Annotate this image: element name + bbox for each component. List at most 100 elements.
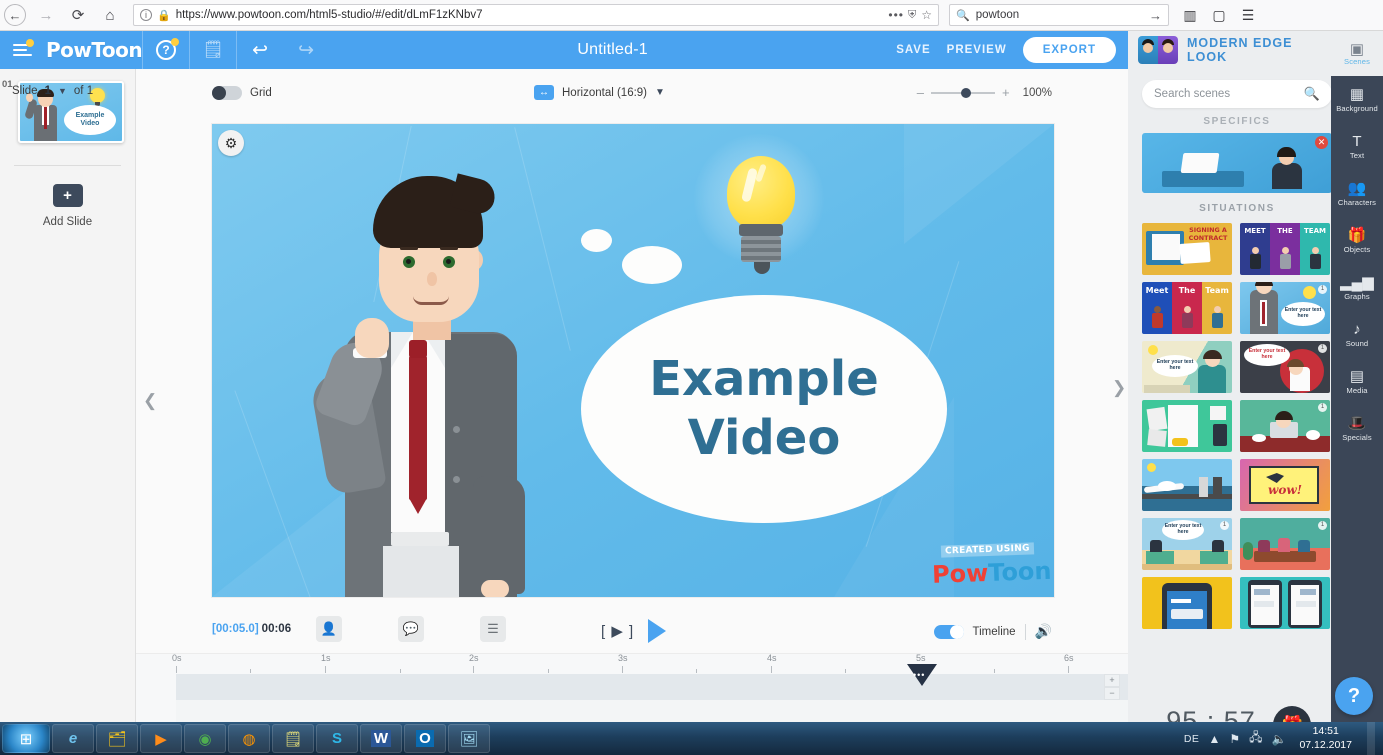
ellipsis-icon[interactable]: ••• [888, 8, 908, 22]
sidebar-item-text[interactable]: T Text [1331, 123, 1383, 170]
taskbar-clock[interactable]: 14:51 07.12.2017 [1295, 725, 1352, 751]
scene-card[interactable]: Enter your text here 1 [1240, 282, 1330, 334]
forward-arrow-icon[interactable]: → [31, 2, 61, 28]
browser-search-bar[interactable]: 🔍 powtoon → [949, 4, 1169, 26]
shield-icon[interactable]: ⛨ [908, 9, 916, 22]
back-arrow-icon[interactable]: ← [4, 4, 26, 26]
timeline-toggle[interactable] [933, 624, 964, 639]
chevron-down-icon[interactable]: ▼ [58, 86, 67, 96]
save-button[interactable]: SAVE [896, 44, 930, 56]
sidebar-item-background[interactable]: ▦ Background [1331, 76, 1383, 123]
zoom-control[interactable]: – + 100% [917, 85, 1052, 100]
slide-number-value[interactable]: 1 [45, 85, 51, 97]
sidebar-item-objects[interactable]: 🎁 Objects [1331, 217, 1383, 264]
scene-card[interactable]: wow! [1240, 459, 1330, 511]
close-icon[interactable]: ✕ [1315, 136, 1328, 149]
zoom-slider[interactable] [930, 87, 995, 98]
sidebar-item-scenes[interactable]: ▣ Scenes [1331, 31, 1383, 76]
timeline-ruler[interactable]: 0s 1s 2s 3s 4s 5s 6s [172, 653, 1076, 674]
arrow-right-icon[interactable]: → [1149, 8, 1162, 23]
scene-card[interactable]: 1 [1240, 518, 1330, 570]
aspect-ratio-selector[interactable]: ↔ Horizontal (16:9) ▼ [534, 85, 665, 100]
chevron-left-icon[interactable]: ❮ [143, 391, 157, 411]
chevron-down-icon[interactable]: ▼ [655, 87, 665, 98]
zoom-out-button[interactable]: – [917, 85, 924, 100]
library-icon[interactable]: ▥ [1177, 3, 1203, 27]
taskbar-sticky-notes[interactable]: 🗒 [272, 724, 314, 753]
slide-list-item[interactable]: 01 Example Video [0, 69, 135, 143]
zoom-slider-handle[interactable] [960, 87, 971, 98]
specifics-scene-card[interactable]: ✕ [1142, 133, 1332, 193]
help-button[interactable]: ? [143, 31, 189, 69]
show-hidden-icons-icon[interactable]: ▲ [1208, 732, 1220, 746]
scene-card[interactable] [1240, 577, 1330, 629]
taskbar-firefox[interactable]: ◍ [228, 724, 270, 753]
sidebar-icon[interactable]: ▢ [1206, 3, 1232, 27]
scene-card[interactable] [1142, 577, 1232, 629]
preview-button[interactable]: PREVIEW [947, 44, 1007, 56]
timeline-track[interactable] [176, 674, 1206, 700]
network-icon[interactable]: 🖧 [1249, 728, 1262, 749]
address-bar[interactable]: i 🔒 https://www.powtoon.com/html5-studio… [133, 4, 939, 26]
home-icon[interactable]: ⌂ [95, 2, 125, 28]
taskbar-word[interactable]: W [360, 724, 402, 753]
taskbar-media-player[interactable]: ▶ [140, 724, 182, 753]
character-layer-icon[interactable]: 👤 [316, 616, 342, 642]
sidebar-item-media[interactable]: ▤ Media [1331, 358, 1383, 405]
notes-button[interactable]: 🗒 [190, 31, 236, 69]
text-layer-icon[interactable]: ☰ [480, 616, 506, 642]
scene-card[interactable]: Enter your text here [1142, 341, 1232, 393]
star-icon[interactable]: ☆ [921, 8, 932, 22]
magnifier-icon[interactable]: 🔍 [1304, 86, 1320, 102]
taskbar-chrome[interactable]: ◉ [184, 724, 226, 753]
help-fab-button[interactable]: ? [1335, 677, 1373, 715]
redo-button[interactable]: ↪ [283, 31, 329, 69]
taskbar-photo-viewer[interactable]: 🖼 [448, 724, 490, 753]
action-center-flag-icon[interactable]: ⚑ [1229, 732, 1240, 746]
grid-toggle[interactable] [212, 86, 242, 100]
scene-card[interactable] [1142, 459, 1232, 511]
speech-bubble-layer-icon[interactable]: 💬 [398, 616, 424, 642]
project-title[interactable]: Untitled-1 [329, 41, 896, 59]
grid-toggle-group[interactable]: Grid [212, 86, 272, 100]
powtoon-logo[interactable]: PowToon [46, 38, 143, 62]
add-slide-button[interactable]: + [52, 184, 83, 207]
start-button[interactable]: ⊞ [2, 724, 50, 753]
sidebar-item-graphs[interactable]: ▂▄▆ Graphs [1331, 264, 1383, 311]
taskbar-outlook[interactable]: O [404, 724, 446, 753]
scene-card[interactable]: SIGNING A CONTRACT [1142, 223, 1232, 275]
step-frame-button[interactable]: [ ▶ ] [601, 622, 634, 640]
scene-card[interactable] [1142, 400, 1232, 452]
timeline-track-row[interactable] [176, 700, 1206, 722]
app-menu-button[interactable] [0, 31, 44, 69]
speaker-icon[interactable]: 🔊 [1035, 623, 1052, 640]
slide-canvas[interactable]: ⚙ Example Video CREATED USING PowToon [212, 124, 1054, 597]
slide-selector[interactable]: Slide 1 ▼ of 1 [12, 85, 93, 97]
play-icon[interactable] [648, 619, 667, 643]
volume-icon[interactable]: 🔈 [1271, 732, 1286, 746]
scene-card[interactable]: Enter your text here 1 [1240, 341, 1330, 393]
canvas-text-object[interactable]: Example Video [581, 295, 947, 523]
scene-card[interactable]: 1 [1240, 400, 1330, 452]
hamburger-menu-icon[interactable]: ☰ [1235, 3, 1261, 27]
search-scenes-input[interactable]: Search scenes 🔍 [1142, 80, 1332, 108]
taskbar-skype[interactable]: S [316, 724, 358, 753]
taskbar-internet-explorer[interactable]: e [52, 724, 94, 753]
character-object[interactable] [257, 173, 577, 597]
show-desktop-button[interactable] [1367, 722, 1375, 755]
scene-card[interactable]: MEET THE TEAM [1240, 223, 1330, 275]
info-circle-icon[interactable]: i [140, 9, 152, 21]
zoom-in-button[interactable]: + [1002, 85, 1010, 100]
sidebar-item-sound[interactable]: ♪ Sound [1331, 311, 1383, 358]
undo-button[interactable]: ↩ [237, 31, 283, 69]
chevron-right-icon[interactable]: ❯ [1112, 378, 1126, 398]
gear-icon[interactable]: ⚙ [218, 130, 244, 156]
sidebar-item-characters[interactable]: 👥 Characters [1331, 170, 1383, 217]
export-button[interactable]: EXPORT [1022, 37, 1116, 63]
minus-icon[interactable]: − [1104, 687, 1120, 700]
taskbar-file-explorer[interactable]: 🗂 [96, 724, 138, 753]
scene-card[interactable]: Enter your text here 1 [1142, 518, 1232, 570]
scene-card[interactable]: Meet The Team [1142, 282, 1232, 334]
reload-icon[interactable]: ⟳ [63, 2, 93, 28]
tray-language[interactable]: DE [1184, 733, 1200, 745]
